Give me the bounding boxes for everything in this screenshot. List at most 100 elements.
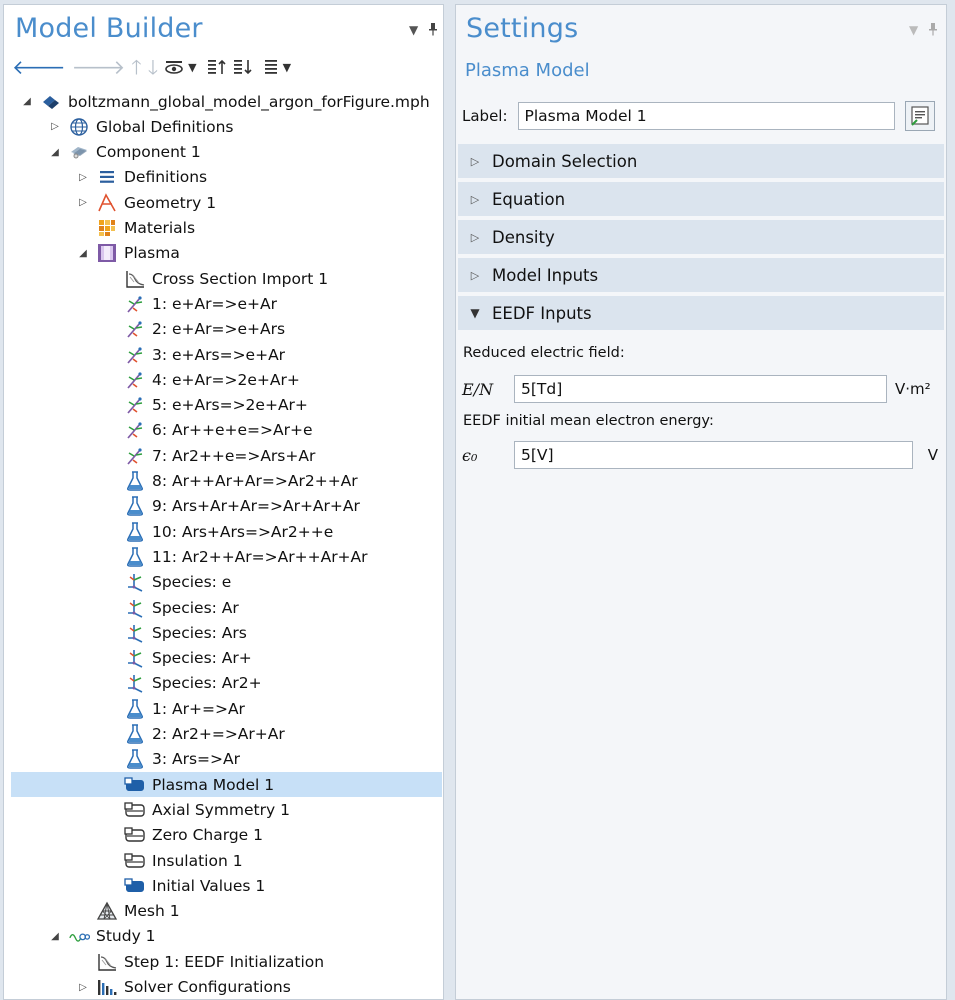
expanded-chevron-icon[interactable]: ◢ [48,929,62,943]
tree-reaction-6[interactable]: 6: Ar++e+e=>Ar+e [12,418,439,443]
tree-item-label: Global Definitions [96,117,234,136]
boundary-feature-icon [124,799,146,821]
tree-surface-reaction-2[interactable]: 2: Ar2+=>Ar+Ar [12,722,439,747]
expand-all-icon[interactable] [233,56,253,78]
tree-item-label: 7: Ar2++e=>Ars+Ar [152,446,316,465]
tree-zero-charge-1[interactable]: Zero Charge 1 [12,823,439,848]
tree-root-file[interactable]: ◢ boltzmann_global_model_argon_forFigure.… [12,89,439,114]
move-down-icon[interactable]: 🡓 [148,56,158,78]
section-equation[interactable]: ▷ Equation [458,182,944,216]
show-options-dropdown-icon[interactable]: ▼ [188,56,196,78]
label-properties-button[interactable] [904,101,935,131]
reduced-field-symbol: E/N [462,379,494,399]
reduced-field-input[interactable]: 5[Td] [514,375,887,403]
list-view-icon[interactable] [263,56,279,78]
model-builder-toolbar: 🡐 🡒 🡑 🡓 ▼ ▼ [12,55,301,79]
flask-icon [124,546,146,568]
tree-materials[interactable]: Materials [12,216,439,241]
tree-definitions[interactable]: ▷ Definitions [12,165,439,190]
tree-item-label: 6: Ar++e+e=>Ar+e [152,421,313,440]
section-density[interactable]: ▷ Density [458,220,944,254]
section-model-inputs[interactable]: ▷ Model Inputs [458,258,944,292]
tree-insulation-1[interactable]: Insulation 1 [12,848,439,873]
tree-reaction-4[interactable]: 4: e+Ar=>2e+Ar+ [12,367,439,392]
tree-reaction-1[interactable]: 1: e+Ar=>e+Ar [12,291,439,316]
tree-item-label: Zero Charge 1 [152,826,264,845]
tree-item-label: 9: Ars+Ar+Ar=>Ar+Ar+Ar [152,497,360,516]
settings-pin-icon[interactable] [928,23,938,39]
move-up-icon[interactable]: 🡑 [131,56,141,78]
tree-species-ars[interactable]: Species: Ars [12,620,439,645]
tree-reaction-7[interactable]: 7: Ar2++e=>Ars+Ar [12,443,439,468]
collapse-all-icon[interactable] [207,56,227,78]
tree-solver-configurations[interactable]: ▷ Solver Configurations [12,975,439,1000]
species-icon [124,647,146,669]
label-input[interactable]: Plasma Model 1 [517,102,895,130]
tree-reaction-2[interactable]: 2: e+Ar=>e+Ars [12,317,439,342]
tree-reaction-8[interactable]: 8: Ar++Ar+Ar=>Ar2++Ar [12,469,439,494]
tree-species-ar[interactable]: Species: Ar [12,595,439,620]
section-eedf-inputs[interactable]: ▼ EEDF Inputs [458,296,944,330]
plasma-icon [96,242,118,264]
tree-item-label: 3: Ars=>Ar [152,750,241,769]
tree-item-label: Axial Symmetry 1 [152,800,290,819]
tree-item-label: Materials [124,219,196,237]
flask-icon [124,698,146,720]
settings-title: Settings [466,13,579,44]
tree-reaction-5[interactable]: 5: e+Ars=>2e+Ar+ [12,393,439,418]
mean-energy-row: ϵ₀ 5[V] V [462,440,938,470]
tree-mesh-1[interactable]: Mesh 1 [12,899,439,924]
tree-species-ar-plus[interactable]: Species: Ar+ [12,646,439,671]
cross-section-icon [124,268,146,290]
settings-menu-dropdown-icon[interactable]: ▼ [909,23,918,37]
expanded-chevron-icon[interactable]: ◢ [76,246,90,260]
collapsed-chevron-icon[interactable]: ▷ [48,120,62,134]
pin-icon[interactable] [428,23,438,39]
tree-plasma[interactable]: ◢ Plasma [12,241,439,266]
tree-cross-section-import[interactable]: Cross Section Import 1 [12,266,439,291]
tree-species-e[interactable]: Species: e [12,570,439,595]
collapsed-chevron-icon[interactable]: ▷ [76,196,90,210]
boundary-feature-icon [124,824,146,846]
expanded-chevron-icon[interactable]: ◢ [48,145,62,159]
forward-arrow-icon[interactable]: 🡒 [72,56,126,78]
mean-energy-input[interactable]: 5[V] [513,441,913,469]
tree-axial-symmetry-1[interactable]: Axial Symmetry 1 [12,797,439,822]
label-caption: Label: [462,107,508,125]
tree-component-1[interactable]: ◢ Component 1 [12,140,439,165]
tree-surface-reaction-3[interactable]: 3: Ars=>Ar [12,747,439,772]
tree-reaction-3[interactable]: 3: e+Ars=>e+Ar [12,342,439,367]
section-label: EEDF Inputs [492,303,592,323]
tree-surface-reaction-1[interactable]: 1: Ar+=>Ar [12,696,439,721]
tree-plasma-model-1[interactable]: Plasma Model 1 [11,772,442,798]
panel-menu-dropdown-icon[interactable]: ▼ [409,23,418,37]
domain-feature-filled-icon [124,875,146,897]
section-domain-selection[interactable]: ▷ Domain Selection [458,144,944,178]
collapsed-chevron-icon[interactable]: ▷ [76,170,90,184]
expanded-chevron-icon[interactable]: ◢ [20,95,34,109]
back-arrow-icon[interactable]: 🡐 [12,56,66,78]
tree-reaction-10[interactable]: 10: Ars+Ars=>Ar2++e [12,519,439,544]
flask-icon [124,723,146,745]
show-options-icon[interactable] [164,56,184,78]
collapsed-chevron-icon[interactable]: ▷ [76,980,90,994]
tree-step-1[interactable]: Step 1: EEDF Initialization [12,949,439,974]
tree-initial-values-1[interactable]: Initial Values 1 [12,873,439,898]
tree-item-label: 5: e+Ars=>2e+Ar+ [152,396,308,415]
tree-study-1[interactable]: ◢ Study 1 [12,924,439,949]
tree-species-ar2-plus[interactable]: Species: Ar2+ [12,671,439,696]
tree-item-label: Initial Values 1 [152,876,266,895]
tree-global-definitions[interactable]: ▷ Global Definitions [12,114,439,139]
tree-reaction-11[interactable]: 11: Ar2++Ar=>Ar++Ar+Ar [12,544,439,569]
list-view-dropdown-icon[interactable]: ▼ [283,56,291,78]
tree-reaction-9[interactable]: 9: Ars+Ar+Ar=>Ar+Ar+Ar [12,494,439,519]
tree-geometry-1[interactable]: ▷ Geometry 1 [12,190,439,215]
